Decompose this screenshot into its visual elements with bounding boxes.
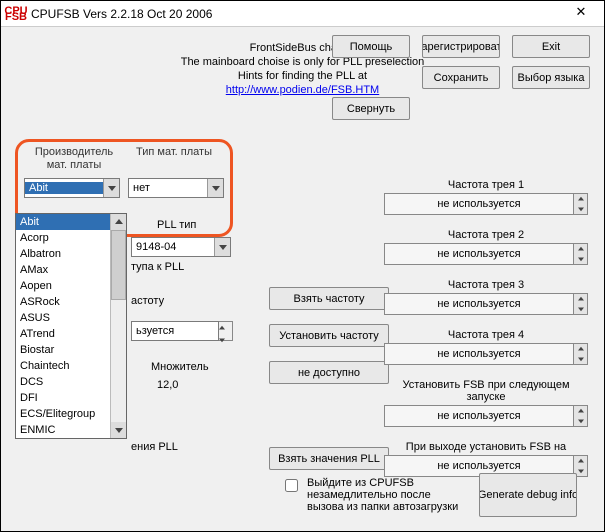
current-freq-value: ьзуется <box>132 325 218 337</box>
tray-title: Частота трея 2 <box>384 229 588 241</box>
set-frequency-button[interactable]: Установить частоту <box>269 324 389 347</box>
boardtype-combo[interactable]: нет <box>128 178 224 198</box>
tray-spinner[interactable]: не используется <box>384 193 588 215</box>
scroll-down-icon[interactable] <box>111 422 126 438</box>
multiplier-label: Множитель <box>151 361 209 373</box>
dropdown-item[interactable]: DFI <box>16 390 110 406</box>
tray-spinner[interactable]: не используется <box>384 243 588 265</box>
spin-up-icon[interactable] <box>574 406 587 416</box>
manufacturer-value: Abit <box>25 182 103 194</box>
current-freq-combo[interactable]: ьзуется <box>131 321 219 341</box>
pll-type-combo[interactable]: 9148-04 <box>131 237 231 257</box>
spin-down-icon[interactable] <box>574 304 587 314</box>
pll-values-cut: ения PLL <box>131 441 178 453</box>
manufacturer-dropdown[interactable]: AbitAcorpAlbatronAMaxAopenASRockASUSATre… <box>15 213 127 439</box>
chevron-down-icon[interactable] <box>103 179 119 197</box>
dropdown-item[interactable]: ECS/Elitegroup <box>16 406 110 422</box>
boardtype-label: Тип мат. платы <box>124 146 224 172</box>
chevron-down-icon[interactable] <box>207 179 223 197</box>
dropdown-item[interactable]: Chaintech <box>16 358 110 374</box>
not-available-button[interactable]: не доступно <box>269 361 389 384</box>
exit-after-autostart-checkbox[interactable]: Выйдите из CPUFSB незамедлительно после … <box>281 477 461 513</box>
tray-value: не используется <box>385 410 573 422</box>
tray-value: не используется <box>385 460 573 472</box>
spin-up-icon[interactable] <box>574 244 587 254</box>
close-icon[interactable]: ✕ <box>564 4 598 24</box>
pll-type-value: 9148-04 <box>132 241 214 253</box>
tray-title: Частота трея 4 <box>384 329 588 341</box>
spin-down-icon[interactable] <box>574 204 587 214</box>
freq-cut: астоту <box>131 295 164 307</box>
spin-down-icon[interactable] <box>574 416 587 426</box>
manufacturer-combo[interactable]: Abit <box>24 178 120 198</box>
spin-up-icon[interactable] <box>574 456 587 466</box>
boardtype-value: нет <box>129 182 207 194</box>
help-button[interactable]: Помощь <box>332 35 410 58</box>
titlebar: CPUFSB CPUFSB Vers 2.2.18 Oct 20 2006 ✕ <box>1 1 604 27</box>
dropdown-item[interactable]: ASUS <box>16 310 110 326</box>
tray-value: не используется <box>385 198 573 210</box>
dropdown-item[interactable]: Acorp <box>16 230 110 246</box>
spin-down-icon[interactable] <box>574 354 587 364</box>
dropdown-item[interactable]: Aopen <box>16 278 110 294</box>
spin-up-icon[interactable] <box>219 322 232 334</box>
exit-after-autostart-label: Выйдите из CPUFSB незамедлительно после … <box>307 477 461 513</box>
spin-up-icon[interactable] <box>574 294 587 304</box>
tray-title: Частота трея 1 <box>384 179 588 191</box>
scroll-thumb[interactable] <box>111 230 126 300</box>
dropdown-item[interactable]: Abit <box>16 214 110 230</box>
get-frequency-button[interactable]: Взять частоту <box>269 287 389 310</box>
spin-up-icon[interactable] <box>574 194 587 204</box>
dropdown-item[interactable]: Biostar <box>16 342 110 358</box>
tray-title: При выходе установить FSB на <box>384 441 588 453</box>
chevron-down-icon[interactable] <box>214 238 230 256</box>
spin-down-icon[interactable] <box>574 254 587 264</box>
dropdown-item[interactable]: DCS <box>16 374 110 390</box>
spin-up-icon[interactable] <box>574 344 587 354</box>
exit-button[interactable]: Exit <box>512 35 590 58</box>
dropdown-item[interactable]: AMax <box>16 262 110 278</box>
pll-access-cut: тупа к PLL <box>131 261 184 273</box>
dropdown-item[interactable]: ATrend <box>16 326 110 342</box>
tray-value: не используется <box>385 298 573 310</box>
minimize-button[interactable]: Свернуть <box>332 97 410 120</box>
dropdown-item[interactable]: EPOX <box>16 438 110 439</box>
save-button[interactable]: Сохранить <box>422 66 500 89</box>
checkbox-input[interactable] <box>285 479 298 492</box>
generate-debug-info-button[interactable]: Generate debug info <box>479 473 577 517</box>
register-button[interactable]: Зарегистрировать <box>422 35 500 58</box>
tray-value: не используется <box>385 248 573 260</box>
dropdown-item[interactable]: ENMIC <box>16 422 110 438</box>
app-icon: CPUFSB <box>7 5 25 23</box>
dropdown-item[interactable]: Albatron <box>16 246 110 262</box>
spin-down-icon[interactable] <box>219 334 232 346</box>
pll-type-label: PLL тип <box>157 219 196 231</box>
dropdown-item[interactable]: ASRock <box>16 294 110 310</box>
tray-spinner[interactable]: не используется <box>384 293 588 315</box>
language-button[interactable]: Выбор языка <box>512 66 590 89</box>
window-title: CPUFSB Vers 2.2.18 Oct 20 2006 <box>31 7 564 21</box>
tray-spinner[interactable]: не используется <box>384 343 588 365</box>
tray-spinner[interactable]: не используется <box>384 405 588 427</box>
multiplier-value: 12,0 <box>157 379 178 391</box>
get-pll-values-button[interactable]: Взять значения PLL <box>269 447 389 470</box>
tray-title: Установить FSB при следующем запуске <box>384 379 588 403</box>
scrollbar[interactable] <box>110 214 126 438</box>
tray-title: Частота трея 3 <box>384 279 588 291</box>
scroll-up-icon[interactable] <box>111 214 126 230</box>
manufacturer-label: Производитель мат. платы <box>24 146 124 172</box>
tray-value: не используется <box>385 348 573 360</box>
